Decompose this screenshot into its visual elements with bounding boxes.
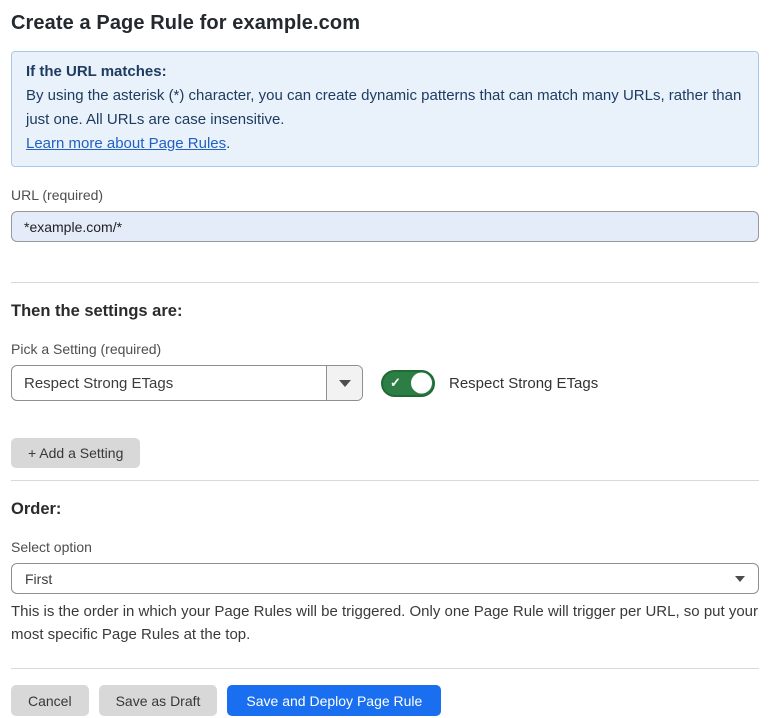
settings-section-heading: Then the settings are: bbox=[11, 302, 759, 321]
setting-select-caret-button[interactable] bbox=[326, 366, 362, 400]
chevron-down-icon bbox=[339, 380, 351, 387]
order-help-text: This is the order in which your Page Rul… bbox=[11, 600, 759, 646]
page-title: Create a Page Rule for example.com bbox=[11, 12, 759, 35]
divider bbox=[11, 282, 759, 283]
order-select-value: First bbox=[25, 571, 52, 587]
info-box-link-line: Learn more about Page Rules. bbox=[26, 132, 744, 156]
pick-setting-label: Pick a Setting (required) bbox=[11, 341, 759, 357]
toggle-knob bbox=[411, 373, 432, 394]
divider bbox=[11, 668, 759, 669]
setting-select[interactable]: Respect Strong ETags bbox=[11, 365, 363, 401]
footer-actions: Cancel Save as Draft Save and Deploy Pag… bbox=[11, 685, 759, 716]
order-select[interactable]: First bbox=[11, 563, 759, 594]
setting-select-value: Respect Strong ETags bbox=[12, 366, 326, 400]
toggle-label: Respect Strong ETags bbox=[449, 375, 598, 392]
learn-more-link[interactable]: Learn more about Page Rules bbox=[26, 135, 226, 152]
save-draft-button[interactable]: Save as Draft bbox=[99, 685, 218, 716]
info-box-body: By using the asterisk (*) character, you… bbox=[26, 84, 744, 132]
info-box-heading: If the URL matches: bbox=[26, 60, 744, 84]
cancel-button[interactable]: Cancel bbox=[11, 685, 89, 716]
order-section-heading: Order: bbox=[11, 500, 759, 519]
add-setting-button[interactable]: + Add a Setting bbox=[11, 438, 140, 468]
link-suffix: . bbox=[226, 135, 230, 152]
url-field-label: URL (required) bbox=[11, 187, 759, 203]
check-icon: ✓ bbox=[390, 376, 401, 389]
setting-row: Respect Strong ETags ✓ Respect Strong ET… bbox=[11, 365, 759, 401]
respect-strong-etags-toggle[interactable]: ✓ bbox=[381, 370, 435, 397]
url-match-info-box: If the URL matches: By using the asteris… bbox=[11, 51, 759, 167]
chevron-down-icon bbox=[735, 576, 745, 582]
save-deploy-button[interactable]: Save and Deploy Page Rule bbox=[227, 685, 441, 716]
order-select-label: Select option bbox=[11, 539, 759, 555]
url-input[interactable] bbox=[11, 211, 759, 242]
divider bbox=[11, 480, 759, 481]
page-rule-form: Create a Page Rule for example.com If th… bbox=[0, 0, 769, 716]
